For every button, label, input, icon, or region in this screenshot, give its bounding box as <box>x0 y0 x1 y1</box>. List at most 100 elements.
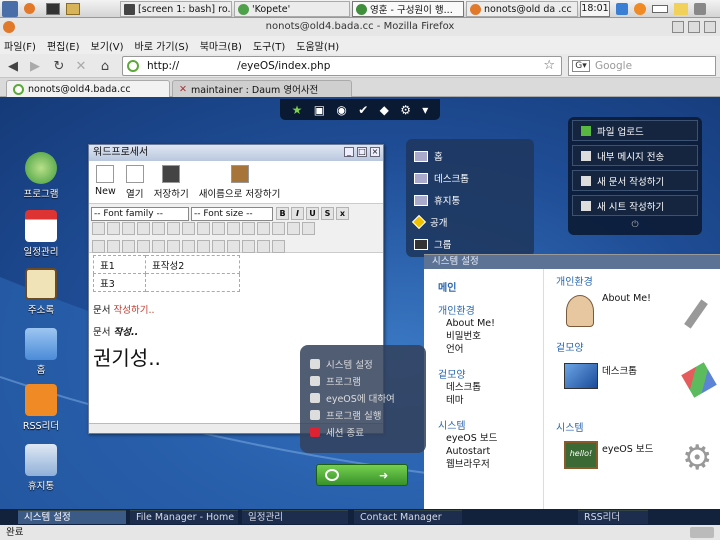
table-cell[interactable]: 표1 <box>93 255 146 274</box>
redo-icon[interactable] <box>182 222 195 235</box>
clock[interactable]: 18:01 <box>580 1 610 17</box>
desktop-icon-rss[interactable]: RSS리더 <box>18 384 64 432</box>
power-icon[interactable]: ⏻ <box>572 220 698 230</box>
find-icon[interactable] <box>137 222 150 235</box>
desktop-icon-addressbook[interactable]: 주소록 <box>18 268 64 316</box>
menu-item-logout[interactable]: 세션 종료 <box>310 423 416 440</box>
network-icon[interactable] <box>616 3 628 15</box>
menu-tools[interactable]: 도구(T) <box>253 38 285 53</box>
desktop-icon-home[interactable]: 홈 <box>18 328 64 376</box>
html-icon[interactable] <box>287 222 300 235</box>
color-icon[interactable] <box>302 222 315 235</box>
table-cell[interactable]: 표3 <box>93 273 146 292</box>
bold-icon[interactable]: B <box>276 207 289 220</box>
menu-file[interactable]: 파일(F) <box>4 38 36 53</box>
cut-icon[interactable] <box>92 222 105 235</box>
nav-item[interactable]: 데스크톱 <box>438 381 543 394</box>
nav-section-header[interactable]: 겉모양 <box>438 366 543 381</box>
font-size-select[interactable]: -- Font size -- <box>191 207 273 221</box>
desktop-icon-programs[interactable]: 프로그램 <box>18 152 64 200</box>
taskbar-item-bash[interactable]: [screen 1: bash] ro... <box>120 1 232 17</box>
minimize-icon[interactable] <box>672 21 684 33</box>
firefox-icon[interactable] <box>24 3 35 14</box>
menu-bookmarks[interactable]: 북마크(B) <box>200 38 242 53</box>
taskbar-item-kopete[interactable]: 'Kopete' <box>234 1 350 17</box>
menu-help[interactable]: 도움말(H) <box>296 38 339 53</box>
new-sheet-button[interactable]: 새 시트 작성하기 <box>572 195 698 216</box>
terminal-icon[interactable] <box>46 3 60 15</box>
menu-go[interactable]: 바로 가기(S) <box>135 38 189 53</box>
open-button[interactable]: 열기 <box>125 165 144 200</box>
underline-icon[interactable]: U <box>306 207 319 220</box>
anchor-icon[interactable] <box>227 222 240 235</box>
star-icon[interactable]: ★ <box>292 103 303 117</box>
nav-section-header[interactable]: 시스템 <box>438 417 543 432</box>
merge-cell-icon[interactable] <box>212 240 225 253</box>
taskbar-item-chat[interactable]: 영훈 - 구성원이 행... <box>352 1 464 17</box>
insert-col-icon[interactable] <box>167 240 180 253</box>
back-button[interactable]: ◀ <box>4 57 22 75</box>
nav-section-header[interactable]: 개인환경 <box>438 302 543 317</box>
menu-edit[interactable]: 편집(E) <box>47 38 80 53</box>
nav-item[interactable]: eyeOS 보드 <box>438 432 543 445</box>
copy-icon[interactable] <box>107 222 120 235</box>
eyeos-start-button[interactable]: ➜ <box>316 464 408 486</box>
url-input[interactable]: http:// /eyeOS/index.php ☆ <box>122 56 562 76</box>
menu-item-programs[interactable]: 프로그램 <box>310 372 416 389</box>
new-document-button[interactable]: 새 문서 작성하기 <box>572 170 698 191</box>
omega-icon[interactable] <box>257 222 270 235</box>
menu-item-settings[interactable]: 시스템 설정 <box>310 355 416 372</box>
desktop-link[interactable]: 데스크톱 <box>602 363 637 377</box>
places-item-desktop[interactable]: 데스크톱 <box>414 167 526 189</box>
battery-icon[interactable] <box>652 5 668 13</box>
new-button[interactable]: New <box>95 165 116 199</box>
row-props-icon[interactable] <box>107 240 120 253</box>
tab-close-icon[interactable]: ✕ <box>179 84 187 95</box>
eyeos-board-link[interactable]: eyeOS 보드 <box>602 441 653 455</box>
places-item-public[interactable]: 공개 <box>411 211 526 233</box>
check-icon[interactable]: ✔ <box>358 103 368 117</box>
taskbar-item-rss[interactable]: RSS리더 <box>578 510 648 524</box>
maximize-icon[interactable]: □ <box>357 147 367 157</box>
tab-daum-dictionary[interactable]: ✕ maintainer : Daum 영어사전 <box>172 80 352 97</box>
table-cell[interactable] <box>145 273 240 292</box>
nav-item[interactable]: Autostart <box>438 445 543 458</box>
unlink-icon[interactable] <box>212 222 225 235</box>
places-item-groups[interactable]: 그룹 <box>414 233 526 255</box>
minimize-icon[interactable]: _ <box>344 147 354 157</box>
cleanup-icon[interactable] <box>242 240 255 253</box>
desktop-icon-calendar[interactable]: 일정관리 <box>18 210 64 258</box>
menu-item-about[interactable]: eyeOS에 대하여 <box>310 389 416 406</box>
table-icon[interactable] <box>92 240 105 253</box>
settings-main-link[interactable]: 메인 <box>438 279 543 294</box>
settings-title[interactable]: 시스템 설정 <box>424 255 720 269</box>
document-table[interactable]: 표1 표작성2 표3 <box>93 255 240 292</box>
bookmark-star-icon[interactable]: ☆ <box>543 58 555 73</box>
close-icon[interactable] <box>704 21 716 33</box>
close-icon[interactable]: × <box>370 147 380 157</box>
delete-row-icon[interactable] <box>152 240 165 253</box>
stop-button[interactable]: ✕ <box>72 57 90 75</box>
search-input[interactable]: G▾ Google <box>568 56 716 76</box>
strikethrough-icon[interactable]: S <box>321 207 334 220</box>
app-launcher-icon[interactable] <box>2 1 18 17</box>
places-item-home[interactable]: 홈 <box>414 145 526 167</box>
about-me-link[interactable]: About Me! <box>602 293 651 304</box>
save-button[interactable]: 저장하기 <box>154 165 189 200</box>
taskbar-item-firefox[interactable]: nonots@old da .cc <box>466 1 578 17</box>
font-family-select[interactable]: -- Font family -- <box>91 207 189 221</box>
menu-view[interactable]: 보기(V) <box>91 38 124 53</box>
window-controls[interactable] <box>672 21 716 33</box>
nav-item[interactable]: About Me! <box>438 317 543 330</box>
layer-icon[interactable] <box>257 240 270 253</box>
search-engine-icon[interactable]: G▾ <box>572 60 590 72</box>
subscript-icon[interactable]: x <box>336 207 349 220</box>
forward-button[interactable]: ▶ <box>26 57 44 75</box>
notes-icon[interactable] <box>674 3 688 15</box>
table-cell[interactable]: 표작성2 <box>145 255 240 274</box>
link-icon[interactable] <box>197 222 210 235</box>
desktop-icon-trash[interactable]: 휴지통 <box>18 444 64 492</box>
places-item-trash[interactable]: 휴지통 <box>414 189 526 211</box>
insert-row-icon[interactable] <box>137 240 150 253</box>
dropdown-icon[interactable]: ▾ <box>422 103 428 117</box>
